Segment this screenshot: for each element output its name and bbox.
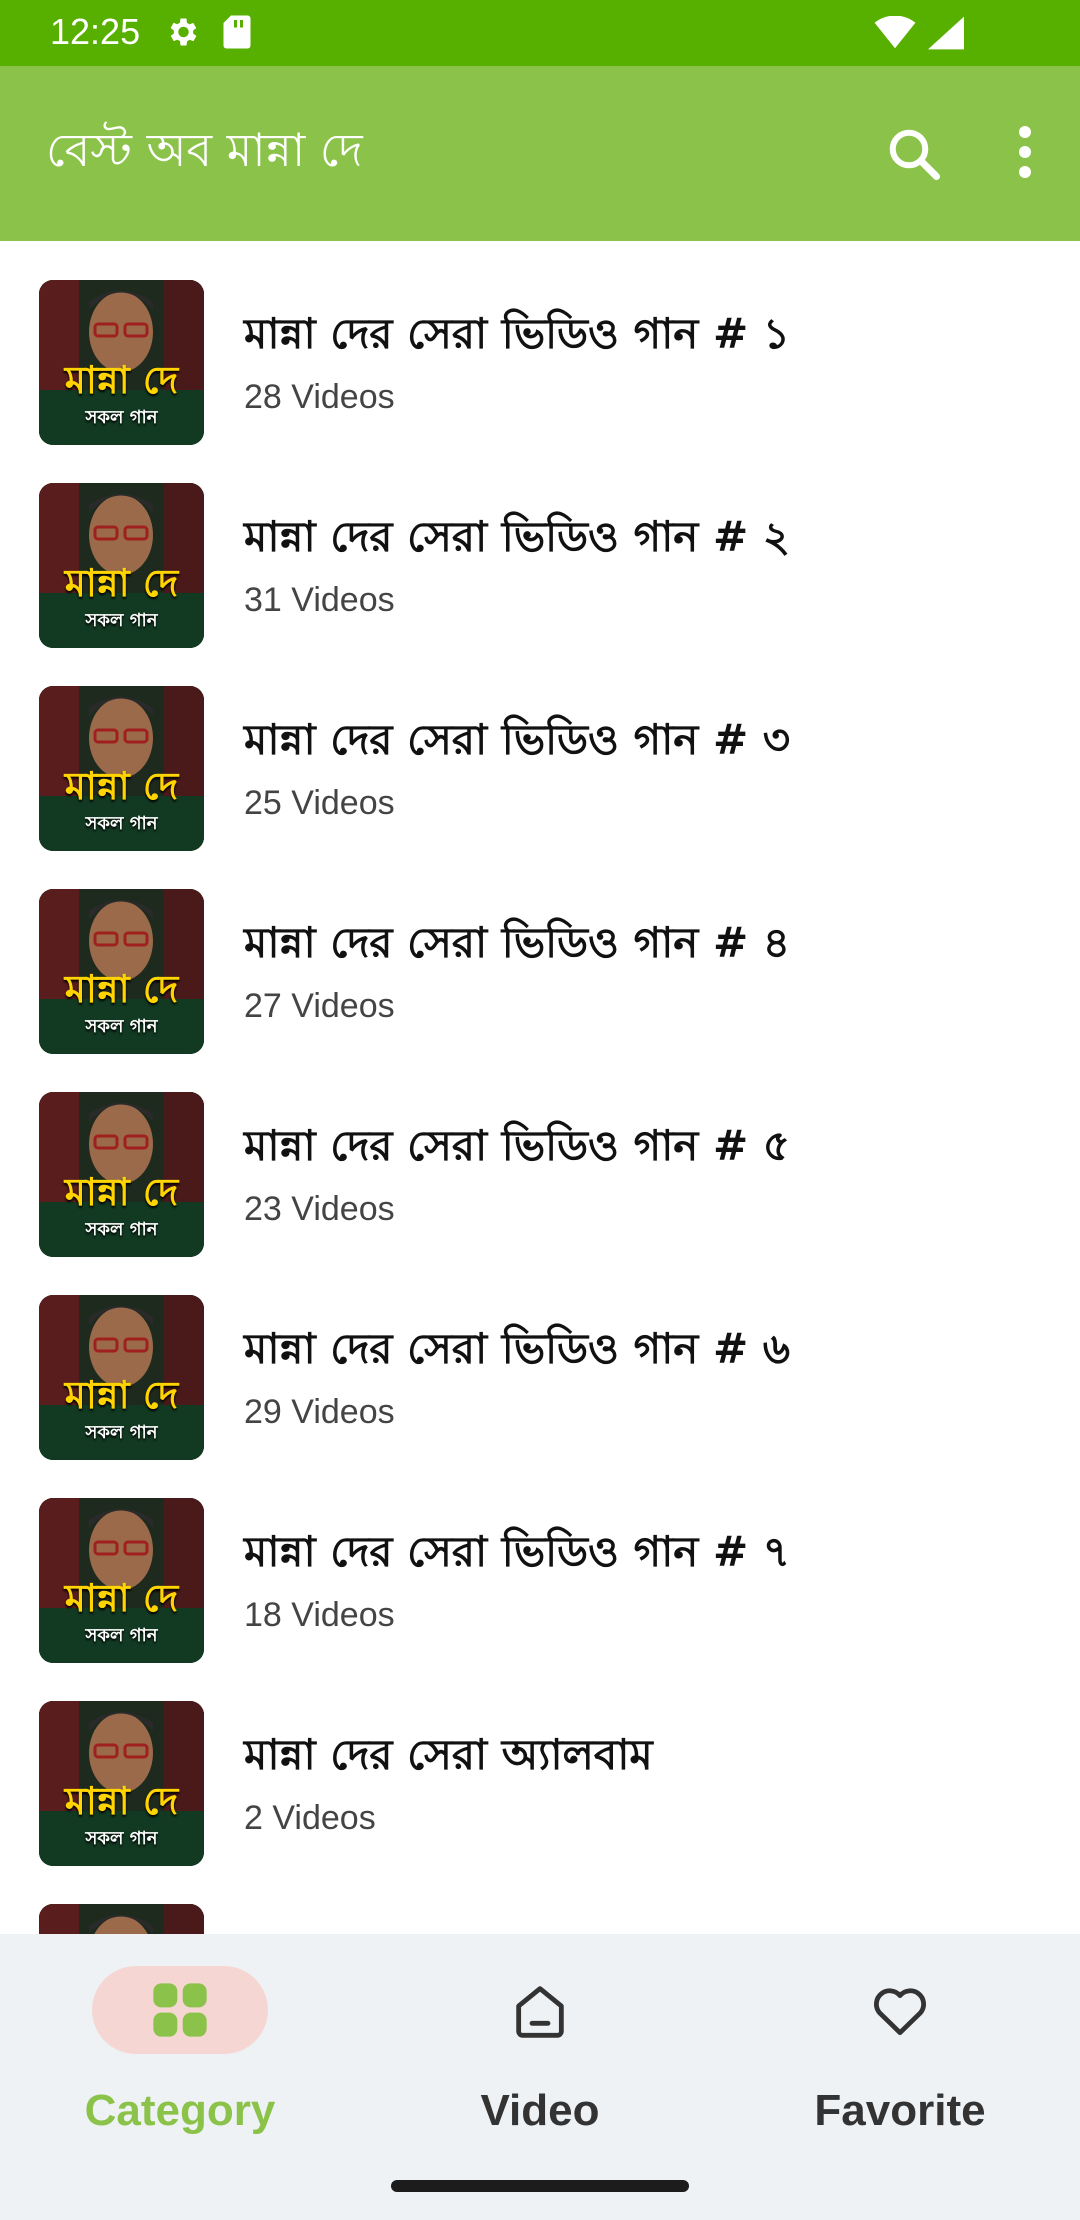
item-title: মান্না দের সেরা ভিডিও গান # ৪ <box>244 918 791 967</box>
item-video-count: 18 Videos <box>244 1596 395 1634</box>
item-video-count: 28 Videos <box>244 378 395 416</box>
list-item[interactable]: মান্না দে সকল গান মান্না দের সেরা ভিডিও গা… <box>0 1256 1080 1460</box>
thumbnail-image: মান্না দে সকল গান <box>39 1701 204 1866</box>
status-time: 12:25 <box>50 11 141 52</box>
item-title: মান্না দের সেরা ভিডিও গান # ৭ <box>244 1527 791 1576</box>
item-video-count: 2 Videos <box>244 1799 376 1837</box>
thumbnail-image: মান্না দে সকল গান <box>39 1295 204 1460</box>
thumbnail-title: মান্না দে <box>64 1576 179 1620</box>
wifi-icon <box>874 15 916 54</box>
thumbnail-image: মান্না দে সকল গান <box>39 280 204 445</box>
nav-label-favorite: Favorite <box>814 2086 986 2135</box>
status-icons-left <box>164 14 252 54</box>
item-title: মান্না দের সেরা ভিডিও গান # ২ <box>244 512 791 561</box>
nav-icon-wrap-favorite <box>812 1966 988 2054</box>
thumbnail-subtitle: সকল গান <box>85 1016 158 1037</box>
thumbnail-title: মান্না দে <box>64 561 179 605</box>
bottom-nav: Category Video Favorite <box>0 1934 1080 2220</box>
app-title: বেস্ট অব মান্না দে <box>46 123 363 177</box>
nav-item-video[interactable]: Video <box>360 1966 720 2166</box>
list-item[interactable]: মান্না দে সকল গান মান্না দের সেরা অ্যালবাম… <box>0 1662 1080 1866</box>
list-item[interactable]: মান্না দেসকল গান <box>0 1865 1080 1934</box>
thumbnail-image: মান্না দে সকল গান <box>39 686 204 851</box>
item-title: মান্না দের সেরা ভিডিও গান # ৬ <box>244 1324 791 1373</box>
thumbnail-title: মান্না দে <box>64 967 179 1011</box>
list-item[interactable]: মান্না দে সকল গান মান্না দের সেরা ভিডিও গা… <box>0 1459 1080 1663</box>
nav-item-category[interactable]: Category <box>0 1966 360 2166</box>
nav-item-favorite[interactable]: Favorite <box>720 1966 1080 2166</box>
thumbnail-image: মান্না দে সকল গান <box>39 889 204 1054</box>
thumbnail-title: মান্না দে <box>64 1373 179 1417</box>
search-button[interactable] <box>884 124 944 184</box>
thumbnail-image: মান্না দে সকল গান <box>39 1092 204 1257</box>
item-video-count: 25 Videos <box>244 784 395 822</box>
status-bar: 12:25 <box>0 0 1080 66</box>
item-video-count: 23 Videos <box>244 1190 395 1228</box>
grid-icon <box>153 1983 207 2037</box>
item-title: মান্না দের সেরা ভিডিও গান # ১ <box>244 309 791 358</box>
thumbnail-subtitle: সকল গান <box>85 813 158 834</box>
more-vert-icon <box>1019 126 1031 178</box>
category-list[interactable]: মান্না দে সকল গান মান্না দের সেরা ভিডিও গা… <box>0 241 1080 1934</box>
thumbnail-title: মান্না দে <box>64 1170 179 1214</box>
gesture-handle[interactable] <box>391 2180 689 2192</box>
list-item[interactable]: মান্না দে সকল গান মান্না দের সেরা ভিডিও গা… <box>0 1053 1080 1257</box>
search-icon <box>889 129 940 180</box>
thumbnail-image: মান্না দেসকল গান <box>39 1904 204 1934</box>
signal-icon <box>928 16 964 54</box>
item-video-count: 29 Videos <box>244 1393 395 1431</box>
thumbnail-image: মান্না দে সকল গান <box>39 1498 204 1663</box>
thumbnail-title: মান্না দে <box>64 358 179 402</box>
heart-icon <box>873 1988 927 2036</box>
nav-active-indicator <box>92 1966 268 2054</box>
thumbnail-subtitle: সকল গান <box>85 610 158 631</box>
list-item[interactable]: মান্না দে সকল গান মান্না দের সেরা ভিডিও গা… <box>0 444 1080 648</box>
thumbnail-subtitle: সকল গান <box>85 1219 158 1240</box>
nav-icon-wrap-video <box>452 1966 628 2054</box>
thumbnail-title: মান্না দে <box>64 764 179 808</box>
thumbnail-image: মান্না দে সকল গান <box>39 483 204 648</box>
thumbnail-title: মান্না দে <box>64 1779 179 1823</box>
more-options-button[interactable] <box>1000 122 1050 182</box>
thumbnail-subtitle: সকল গান <box>85 1828 158 1849</box>
item-title: মান্না দের সেরা অ্যালবাম <box>244 1730 653 1779</box>
item-title: মান্না দের সেরা ভিডিও গান # ৩ <box>244 715 791 764</box>
thumbnail-subtitle: সকল গান <box>85 1422 158 1443</box>
nav-label-category: Category <box>84 2086 276 2135</box>
item-video-count: 27 Videos <box>244 987 395 1025</box>
thumbnail-subtitle: সকল গান <box>85 407 158 428</box>
list-item[interactable]: মান্না দে সকল গান মান্না দের সেরা ভিডিও গা… <box>0 241 1080 445</box>
home-icon <box>516 1986 564 2038</box>
nav-label-video: Video <box>480 2086 600 2135</box>
app-bar: বেস্ট অব মান্না দে <box>0 66 1080 241</box>
status-icons-right <box>874 15 964 54</box>
sd-card-icon <box>222 14 252 54</box>
thumbnail-subtitle: সকল গান <box>85 1625 158 1646</box>
thumbnail-photo <box>39 1904 204 1934</box>
list-item[interactable]: মান্না দে সকল গান মান্না দের সেরা ভিডিও গা… <box>0 647 1080 851</box>
item-title: মান্না দের সেরা ভিডিও গান # ৫ <box>244 1121 791 1170</box>
settings-icon <box>164 14 200 54</box>
list-item[interactable]: মান্না দে সকল গান মান্না দের সেরা ভিডিও গা… <box>0 850 1080 1054</box>
item-video-count: 31 Videos <box>244 581 395 619</box>
